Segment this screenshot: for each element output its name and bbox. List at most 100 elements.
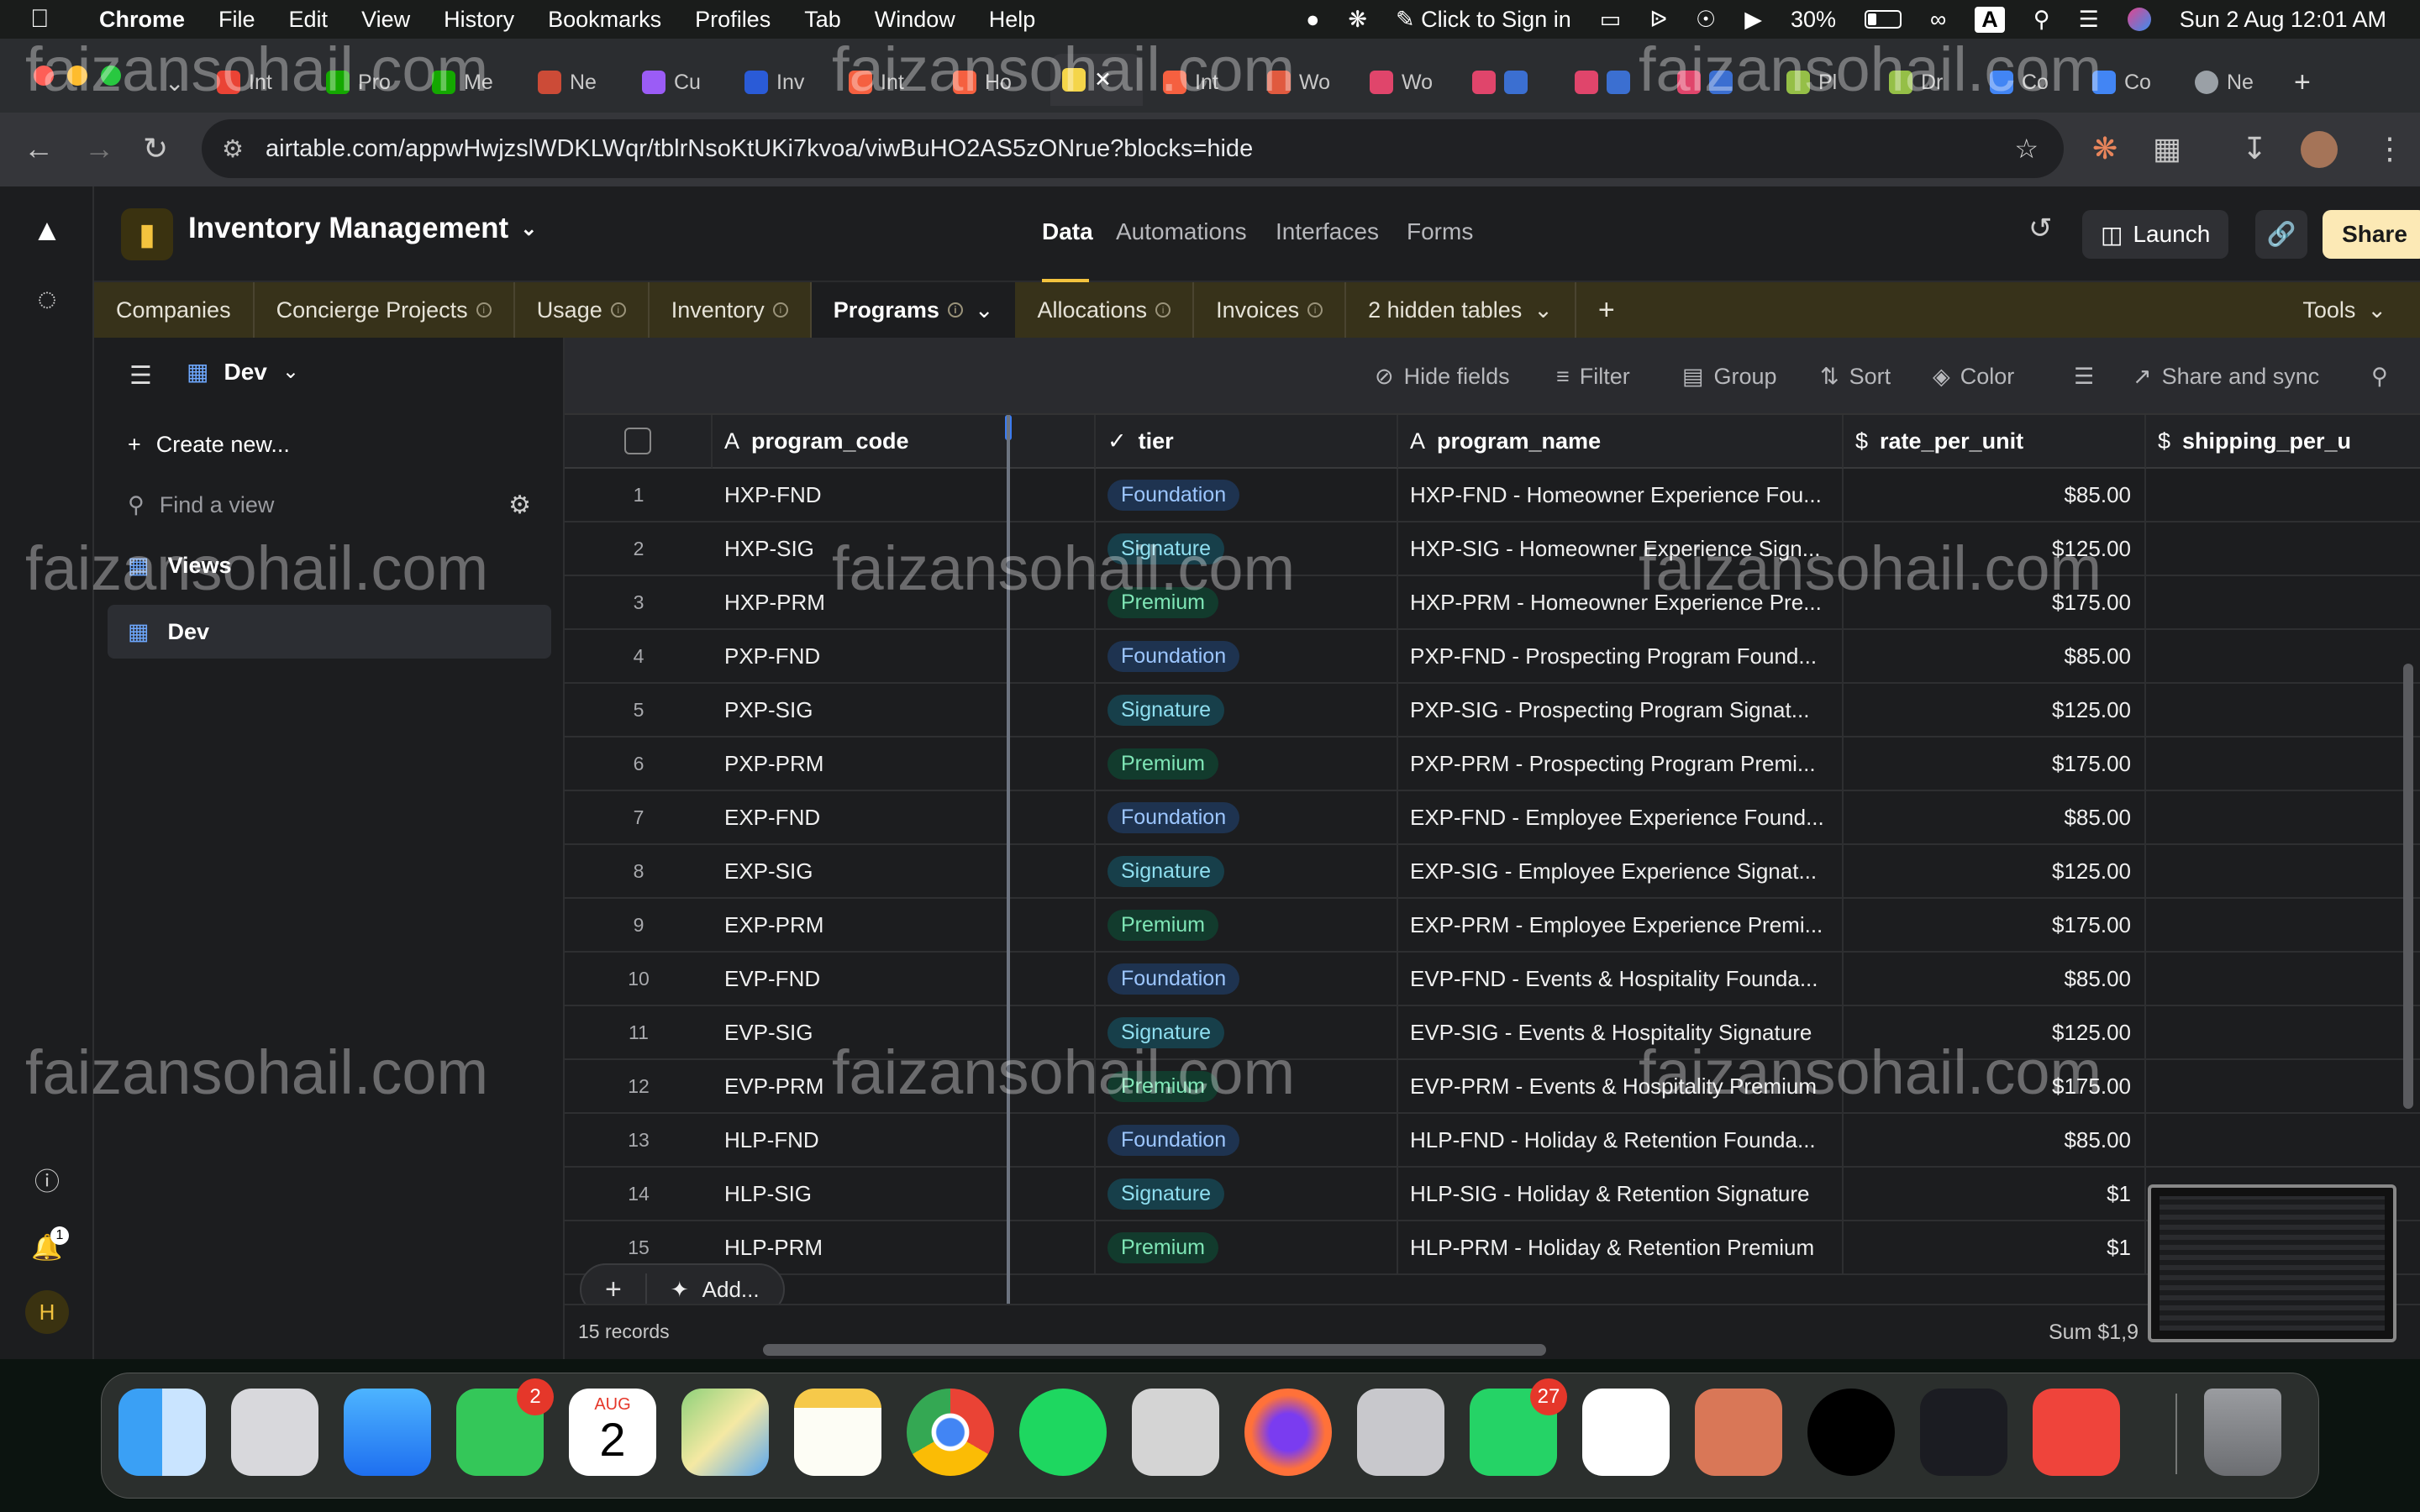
nav-forms[interactable]: Forms <box>1407 218 1473 245</box>
cell-shipping[interactable] <box>2146 684 2420 736</box>
browser-tab[interactable]: Int <box>849 59 904 106</box>
group-button[interactable]: ▤ Group <box>1682 338 1777 415</box>
maps-icon[interactable] <box>681 1389 769 1476</box>
cell-program-name[interactable]: PXP-PRM - Prospecting Program Premi... <box>1398 738 1844 790</box>
cell-program-name[interactable]: HXP-SIG - Homeowner Experience Sign... <box>1398 522 1844 575</box>
cell-program-name[interactable]: EVP-FND - Events & Hospitality Founda... <box>1398 953 1844 1005</box>
menu-tab[interactable]: Tab <box>804 7 841 33</box>
column-header-program-code[interactable]: Aprogram_code <box>713 415 1096 469</box>
menu-edit[interactable]: Edit <box>289 7 329 33</box>
cell-tier[interactable]: Premium <box>1096 1221 1398 1273</box>
cell-rate-per-unit[interactable]: $85.00 <box>1844 630 2146 682</box>
cell-program-name[interactable]: EXP-PRM - Employee Experience Premi... <box>1398 899 1844 951</box>
calculator-icon[interactable] <box>1132 1389 1219 1476</box>
cell-shipping[interactable] <box>2146 899 2420 951</box>
cell-shipping[interactable] <box>2146 469 2420 521</box>
table-row[interactable]: 15 HLP-PRM Premium HLP-PRM - Holiday & Rete… <box>565 1221 2420 1275</box>
cell-tier[interactable]: Foundation <box>1096 469 1398 521</box>
cell-tier[interactable]: Signature <box>1096 1168 1398 1220</box>
cell-program-code[interactable]: HLP-SIG <box>713 1168 1096 1220</box>
cell-program-code[interactable]: PXP-FND <box>713 630 1096 682</box>
menu-clock[interactable]: Sun 2 Aug 12:01 AM <box>2180 7 2386 33</box>
cell-shipping[interactable] <box>2146 630 2420 682</box>
flow-app-icon[interactable] <box>1920 1389 2007 1476</box>
table-row[interactable]: 1 HXP-FND Foundation HXP-FND - Homeowner Ex… <box>565 469 2420 522</box>
upwork-icon[interactable] <box>1807 1389 1895 1476</box>
trash-icon[interactable] <box>2204 1389 2281 1476</box>
notes-icon[interactable] <box>794 1389 881 1476</box>
menu-history[interactable]: History <box>444 7 514 33</box>
sort-button[interactable]: ⇅ Sort <box>1820 338 1891 415</box>
base-name-button[interactable]: Inventory Management ⌄ <box>188 212 537 245</box>
cell-rate-per-unit[interactable]: $175.00 <box>1844 899 2146 951</box>
cell-rate-per-unit[interactable]: $85.00 <box>1844 791 2146 843</box>
frozen-column-divider[interactable] <box>1007 415 1010 1322</box>
browser-tab[interactable]: Wo <box>1267 59 1330 106</box>
table-row[interactable]: 7 EXP-FND Foundation EXP-FND - Employee Exp… <box>565 791 2420 845</box>
cell-tier[interactable]: Foundation <box>1096 630 1398 682</box>
table-tab-concierge-projects[interactable]: Concierge Projects i <box>255 282 515 338</box>
reload-icon[interactable]: ↻ <box>143 128 168 170</box>
share-sync-button[interactable]: ↗ Share and sync <box>2133 338 2319 415</box>
browser-tab[interactable]: Ho <box>953 59 1012 106</box>
add-record-button[interactable]: + <box>581 1273 647 1306</box>
cell-program-name[interactable]: EVP-PRM - Events & Hospitality Premium <box>1398 1060 1844 1112</box>
new-tab-button[interactable]: + <box>2294 59 2311 106</box>
anydesk-icon[interactable] <box>2033 1389 2120 1476</box>
cell-tier[interactable]: Foundation <box>1096 791 1398 843</box>
browser-tab[interactable] <box>1575 59 1630 106</box>
table-tab-programs[interactable]: Programs i ⌄ <box>811 282 1016 338</box>
screen-recorder-thumbnail[interactable] <box>2148 1184 2396 1342</box>
cell-program-code[interactable]: EXP-FND <box>713 791 1096 843</box>
cell-tier[interactable]: Signature <box>1096 522 1398 575</box>
upwork-status-icon[interactable]: ● <box>1306 7 1319 33</box>
cell-tier[interactable]: Premium <box>1096 738 1398 790</box>
cell-rate-per-unit[interactable]: $1 <box>1844 1168 2146 1220</box>
cell-program-name[interactable]: HXP-FND - Homeowner Experience Fou... <box>1398 469 1844 521</box>
play-icon[interactable]: ▶ <box>1744 7 1762 33</box>
ai-add-button[interactable]: ✦ Add... <box>647 1277 783 1303</box>
account-avatar[interactable]: H <box>25 1290 69 1334</box>
cell-shipping[interactable] <box>2146 1006 2420 1058</box>
browser-tab[interactable]: Int <box>217 59 272 106</box>
menu-file[interactable]: File <box>218 7 255 33</box>
table-tab-allocations[interactable]: Allocations i <box>1015 282 1195 338</box>
browser-tab[interactable]: Dr <box>1889 59 1943 106</box>
base-icon[interactable]: ▮ <box>121 208 173 260</box>
cell-rate-per-unit[interactable]: $125.00 <box>1844 684 2146 736</box>
nav-data[interactable]: Data <box>1042 218 1093 245</box>
cell-program-code[interactable]: EVP-PRM <box>713 1060 1096 1112</box>
column-header-program-name[interactable]: Aprogram_name <box>1398 415 1844 469</box>
table-row[interactable]: 5 PXP-SIG Signature PXP-SIG - Prospecting P… <box>565 684 2420 738</box>
table-row[interactable]: 3 HXP-PRM Premium HXP-PRM - Homeowner Exper… <box>565 576 2420 630</box>
browser-tab[interactable]: Wo <box>1370 59 1433 106</box>
browser-tab[interactable]: Co <box>2092 59 2151 106</box>
omni-icon[interactable]: ◌ <box>25 277 69 321</box>
column-header-tier[interactable]: ✓ tier <box>1096 415 1398 469</box>
view-switcher[interactable]: ▦ Dev ⌄ <box>187 358 299 386</box>
messages-icon[interactable]: 2 <box>456 1378 554 1476</box>
cell-shipping[interactable] <box>2146 1114 2420 1166</box>
cell-tier[interactable]: Foundation <box>1096 1114 1398 1166</box>
search-icon[interactable]: ⚲ <box>2371 338 2388 415</box>
cell-shipping[interactable] <box>2146 953 2420 1005</box>
cell-rate-per-unit[interactable]: $175.00 <box>1844 1060 2146 1112</box>
cell-program-name[interactable]: EVP-SIG - Events & Hospitality Signature <box>1398 1006 1844 1058</box>
cell-rate-per-unit[interactable]: $175.00 <box>1844 738 2146 790</box>
browser-tab[interactable] <box>1472 59 1528 106</box>
cell-tier[interactable]: Signature <box>1096 684 1398 736</box>
copy-link-button[interactable]: 🔗 <box>2255 210 2307 259</box>
vertical-scrollbar[interactable] <box>2403 664 2413 1109</box>
info-icon[interactable]: i <box>947 302 963 318</box>
table-row[interactable]: 14 HLP-SIG Signature HLP-SIG - Holiday & Re… <box>565 1168 2420 1221</box>
cell-tier[interactable]: Foundation <box>1096 953 1398 1005</box>
cell-program-code[interactable]: EVP-SIG <box>713 1006 1096 1058</box>
extensions-icon[interactable]: ▦ <box>2153 128 2181 170</box>
tab-search-dropdown[interactable]: ⌄ <box>165 59 184 106</box>
finder-icon[interactable] <box>118 1389 206 1476</box>
launch-button[interactable]: ◫ Launch <box>2082 210 2229 259</box>
sidebar-view-dev[interactable]: ▦ Dev <box>108 605 551 659</box>
browser-tab[interactable]: Me <box>432 59 493 106</box>
cell-program-code[interactable]: PXP-PRM <box>713 738 1096 790</box>
tools-dropdown[interactable]: Tools ⌄ <box>2302 282 2386 338</box>
